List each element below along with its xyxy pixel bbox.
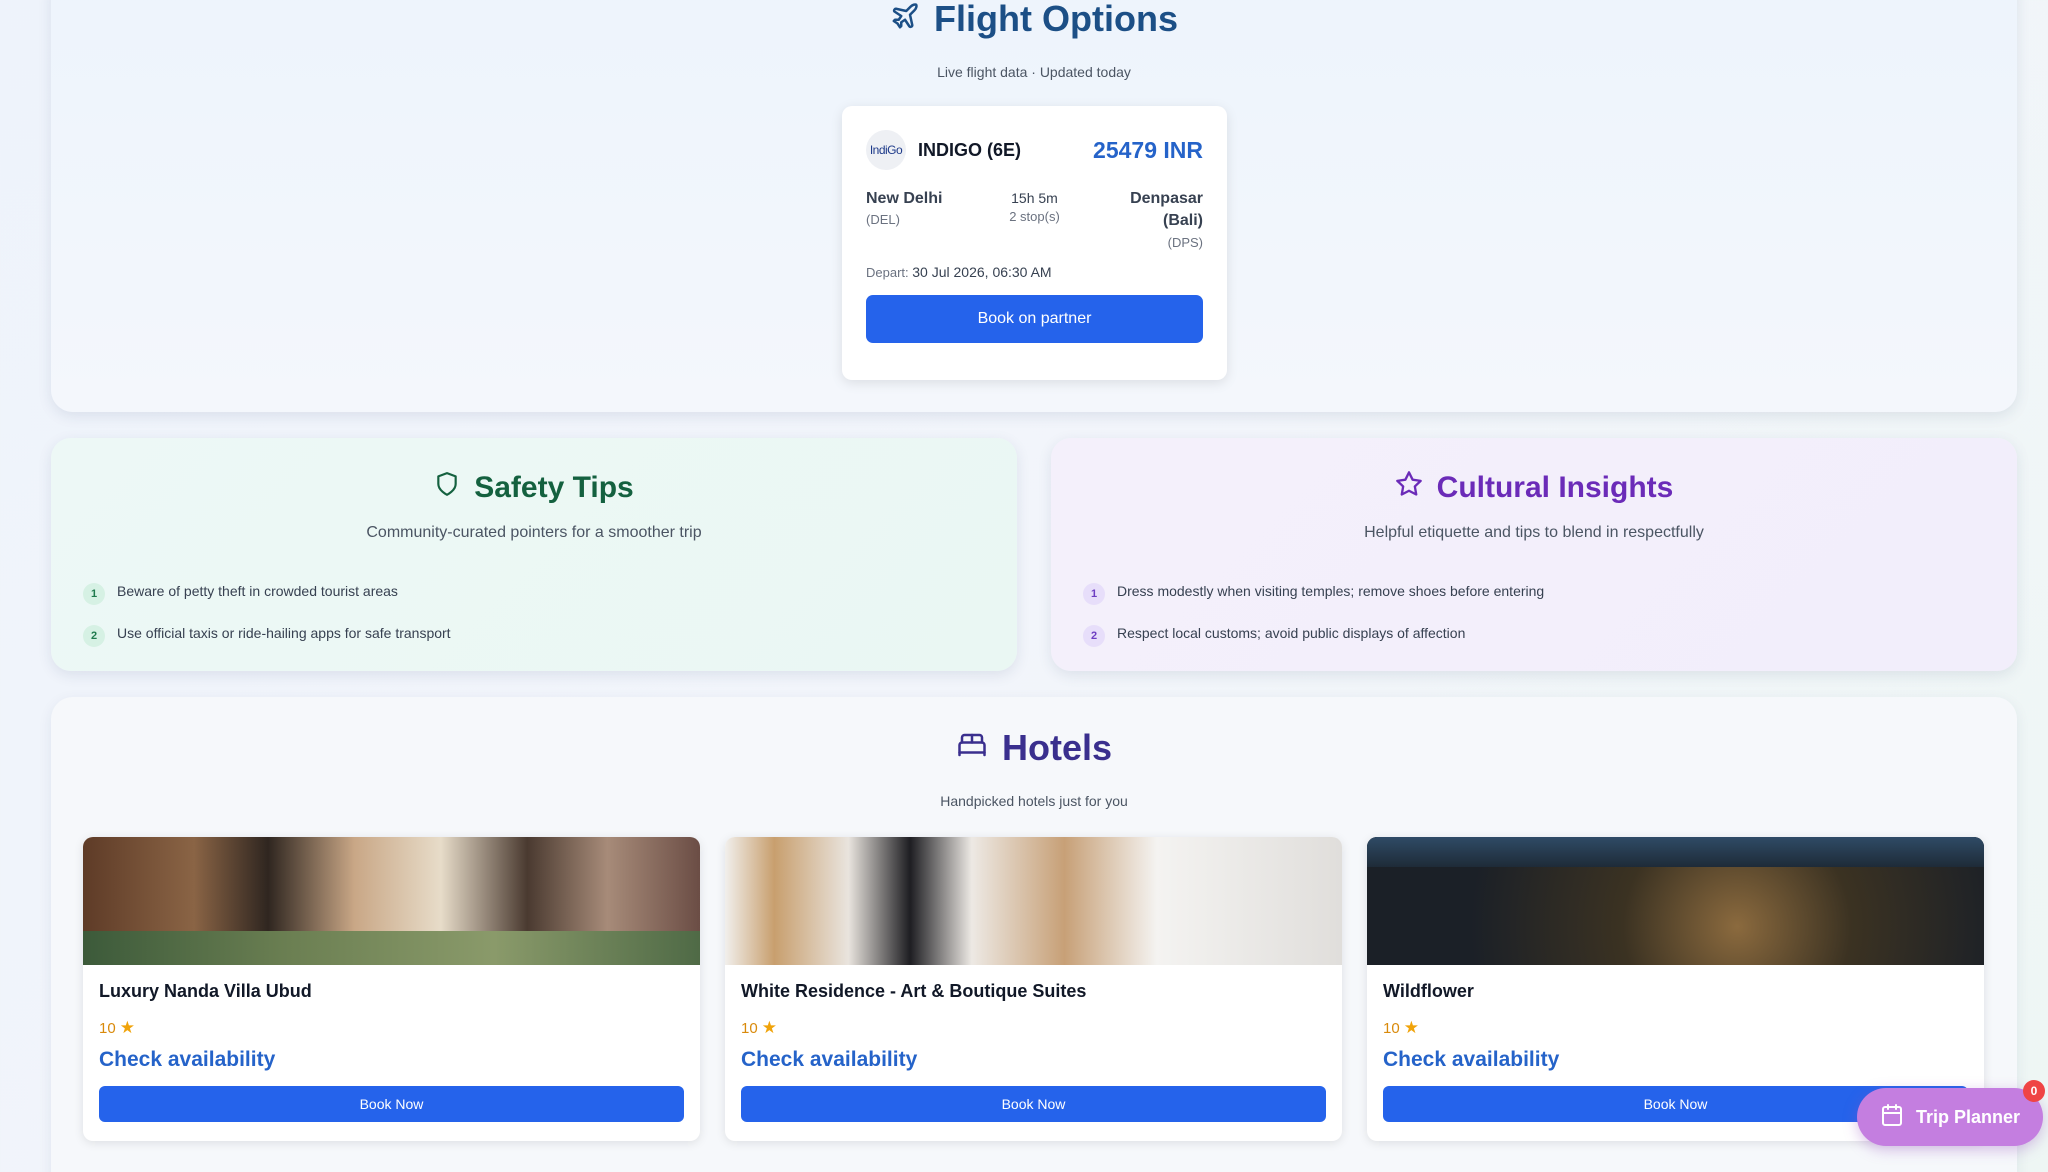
cultural-insights-heading: Cultural Insights <box>1051 470 2017 506</box>
hotel-rating: 10 ★ <box>99 1018 684 1038</box>
hotels-section: Hotels Handpicked hotels just for you Lu… <box>51 697 2017 1172</box>
bed-icon <box>956 727 988 769</box>
check-availability-link[interactable]: Check availability <box>1383 1048 1968 1072</box>
tip-number: 2 <box>83 625 105 647</box>
tip-text: Use official taxis or ride-hailing apps … <box>117 625 451 641</box>
calendar-icon <box>1880 1103 1904 1132</box>
departure-label: Depart: <box>866 264 909 280</box>
trip-planner-count-badge: 0 <box>2023 1080 2045 1102</box>
hotel-name: Wildflower <box>1383 981 1474 1001</box>
cultural-insights-title: Cultural Insights <box>1436 471 1674 504</box>
safety-tips-heading: Safety Tips <box>51 470 1017 506</box>
cultural-insights-subtitle: Helpful etiquette and tips to blend in r… <box>1364 524 1704 541</box>
tip-text: Beware of petty theft in crowded tourist… <box>117 583 398 599</box>
tip-text: Respect local customs; avoid public disp… <box>1117 625 1466 641</box>
hotel-card: White Residence - Art & Boutique Suites … <box>725 837 1342 1141</box>
cultural-insights-list: 1 Dress modestly when visiting temples; … <box>1083 570 1544 654</box>
list-item: 1 Dress modestly when visiting temples; … <box>1083 570 1544 612</box>
star-icon: ★ <box>119 1018 135 1037</box>
airline-logo: IndiGo <box>866 130 906 170</box>
flight-duration: 15h 5m <box>1011 190 1058 206</box>
origin-code: (DEL) <box>866 212 900 228</box>
destination-city: Denpasar (Bali) <box>1130 190 1203 230</box>
hotels-title: Hotels <box>1001 727 1113 768</box>
hotel-image <box>725 837 1342 965</box>
airline-name: INDIGO (6E) <box>918 139 1022 160</box>
check-availability-link[interactable]: Check availability <box>741 1048 1326 1072</box>
star-icon: ★ <box>1403 1018 1419 1037</box>
plane-icon <box>890 0 920 40</box>
hotels-subtitle: Handpicked hotels just for you <box>940 793 1128 809</box>
safety-tips-subtitle: Community-curated pointers for a smoothe… <box>366 524 702 541</box>
flight-price: 25479 INR <box>1093 136 1203 163</box>
hotel-name: Luxury Nanda Villa Ubud <box>99 981 312 1001</box>
shield-icon <box>434 470 460 506</box>
hotel-name: White Residence - Art & Boutique Suites <box>741 981 1087 1001</box>
list-item: 2 Respect local customs; avoid public di… <box>1083 612 1544 654</box>
tip-number: 2 <box>1083 625 1105 647</box>
hotel-rating: 10 ★ <box>1383 1018 1968 1038</box>
flight-route: New Delhi (DEL) 15h 5m 2 stop(s) Denpasa… <box>866 188 1203 250</box>
hotel-rating: 10 ★ <box>741 1018 1326 1038</box>
departure-datetime: 30 Jul 2026, 06:30 AM <box>912 263 1052 280</box>
book-on-partner-button[interactable]: Book on partner <box>866 294 1203 343</box>
trip-planner-button[interactable]: Trip Planner 0 <box>1857 1080 2045 1146</box>
cultural-insights-section: Cultural Insights Helpful etiquette and … <box>1051 438 2017 671</box>
destination-code: (DPS) <box>1167 234 1203 250</box>
book-now-button[interactable]: Book Now <box>99 1086 684 1122</box>
flight-options-title: Flight Options <box>934 0 1178 39</box>
rating-value: 10 <box>1383 1019 1400 1037</box>
tip-text: Dress modestly when visiting temples; re… <box>1117 583 1545 599</box>
tip-number: 1 <box>1083 583 1105 605</box>
star-icon <box>1395 470 1423 506</box>
book-now-button[interactable]: Book Now <box>741 1086 1326 1122</box>
flight-options-section: Flight Options Live flight data · Update… <box>51 0 2017 412</box>
hotel-card: Luxury Nanda Villa Ubud 10 ★ Check avail… <box>83 837 700 1141</box>
flight-options-heading: Flight Options <box>51 0 2017 40</box>
safety-tips-list: 1 Beware of petty theft in crowded touri… <box>83 570 451 654</box>
star-icon: ★ <box>761 1018 777 1037</box>
trip-planner-label: Trip Planner <box>1915 1106 2021 1127</box>
rating-value: 10 <box>99 1019 116 1037</box>
flight-stops: 2 stop(s) <box>1009 209 1060 224</box>
list-item: 2 Use official taxis or ride-hailing app… <box>83 612 451 654</box>
safety-tips-title: Safety Tips <box>474 471 634 504</box>
list-item: 1 Beware of petty theft in crowded touri… <box>83 570 451 612</box>
tip-number: 1 <box>83 583 105 605</box>
hotel-image <box>83 837 700 965</box>
safety-tips-section: Safety Tips Community-curated pointers f… <box>51 438 1017 671</box>
origin-city: New Delhi <box>866 190 943 207</box>
departure-info: Depart: 30 Jul 2026, 06:30 AM <box>866 264 1203 280</box>
flight-options-subtitle: Live flight data · Updated today <box>937 64 1131 80</box>
check-availability-link[interactable]: Check availability <box>99 1048 684 1072</box>
rating-value: 10 <box>741 1019 758 1037</box>
hotels-heading: Hotels <box>51 727 2017 769</box>
hotel-image <box>1367 837 1984 965</box>
flight-card: IndiGo INDIGO (6E) 25479 INR New Delhi (… <box>842 106 1227 380</box>
